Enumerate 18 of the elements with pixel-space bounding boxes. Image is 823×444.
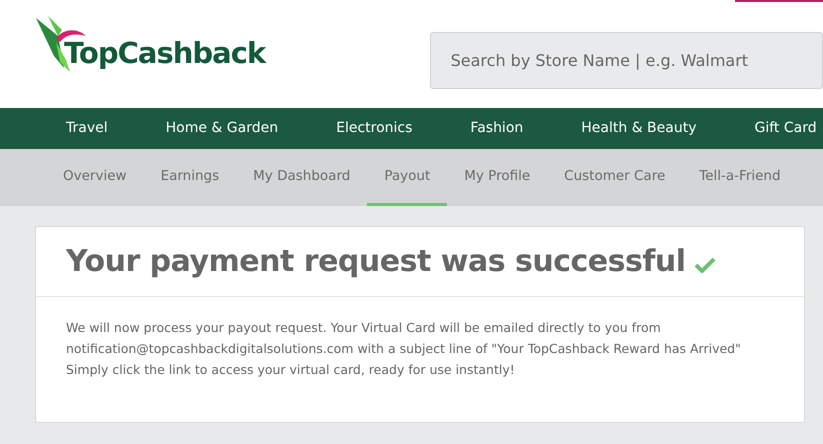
account-tab[interactable]: Overview [46, 149, 144, 206]
account-tab[interactable]: My Dashboard [236, 149, 368, 206]
success-title: Your payment request was successful [66, 243, 686, 281]
category-link[interactable]: Gift Card [754, 118, 817, 139]
account-tab[interactable]: My Profile [447, 149, 548, 206]
category-link[interactable]: Electronics [336, 118, 412, 139]
logo-wordmark: TopCashback [64, 39, 266, 68]
account-tab[interactable]: Customer Care [547, 149, 682, 206]
account-tab[interactable]: Tell-a-Friend [682, 149, 798, 206]
account-tab[interactable]: Payout [367, 149, 448, 206]
category-link[interactable]: Travel [66, 118, 108, 139]
category-link[interactable]: Health & Beauty [581, 118, 696, 139]
account-tab[interactable]: Earnings [144, 149, 236, 206]
category-link[interactable]: Fashion [470, 118, 524, 139]
check-icon [694, 256, 716, 272]
search-field[interactable]: Search by Store Name | e.g. Walmart [430, 32, 823, 88]
category-link[interactable]: Home & Garden [166, 118, 278, 139]
success-message: We will now process your payout request. Your Virtual Card will be emailed directly to you from notification@topcashbackdigitalsolutions.com with a subject line of "Your TopCashback Reward has Arrived" Simply click the link to access your virtual card, ready for use instantly! [65, 319, 742, 379]
